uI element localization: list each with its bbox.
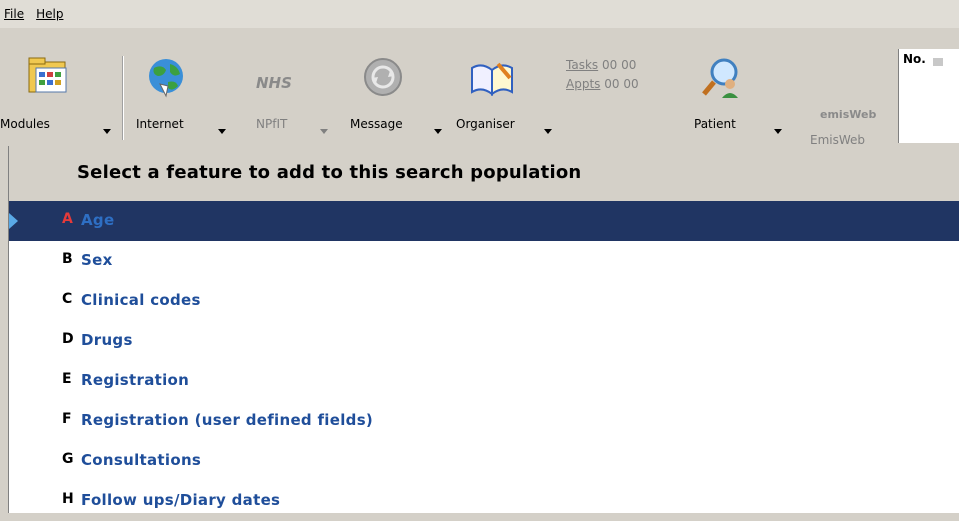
patient-number-label: No. bbox=[903, 52, 926, 66]
feature-label: Consultations bbox=[81, 451, 202, 469]
npfit-label: NPfIT bbox=[256, 117, 288, 131]
modules-label: Modules bbox=[0, 117, 50, 131]
panel-header: Select a feature to add to this search p… bbox=[9, 146, 959, 202]
globe-icon bbox=[149, 59, 183, 98]
emisweb-logo: emisWeb bbox=[820, 108, 877, 121]
feature-row-sex[interactable]: B Sex bbox=[9, 241, 959, 281]
tasks-appts-panel: Tasks 00 00 Appts 00 00 bbox=[566, 56, 639, 94]
message-dropdown-icon[interactable] bbox=[434, 129, 442, 134]
emisweb-label: EmisWeb bbox=[810, 133, 866, 147]
menu-file[interactable]: File bbox=[0, 7, 30, 21]
internet-label: Internet bbox=[136, 117, 184, 131]
message-button[interactable]: Message bbox=[340, 28, 446, 146]
modules-button[interactable]: Modules bbox=[0, 28, 118, 146]
toolbar: Modules Internet NHS NPfIT Message Organ… bbox=[0, 28, 959, 147]
feature-letter: A bbox=[62, 211, 73, 227]
internet-dropdown-icon[interactable] bbox=[218, 129, 226, 134]
feature-letter: B bbox=[62, 251, 73, 267]
panel-title: Select a feature to add to this search p… bbox=[77, 162, 582, 183]
feature-letter: E bbox=[62, 371, 72, 387]
feature-letter: D bbox=[62, 331, 74, 347]
feature-row-consultations[interactable]: G Consultations bbox=[9, 441, 959, 481]
modules-icon bbox=[28, 57, 67, 93]
npfit-button[interactable]: NHS NPfIT bbox=[240, 28, 330, 146]
organiser-label: Organiser bbox=[456, 117, 515, 131]
appts-row[interactable]: Appts 00 00 bbox=[566, 75, 639, 94]
feature-list: A Age B Sex C Clinical codes D Drugs E R… bbox=[9, 201, 959, 521]
tasks-row[interactable]: Tasks 00 00 bbox=[566, 56, 639, 75]
emisweb-button[interactable]: emisWeb EmisWeb bbox=[800, 28, 896, 147]
patient-dropdown-icon[interactable] bbox=[774, 129, 782, 134]
organiser-button[interactable]: Organiser bbox=[450, 28, 560, 146]
feature-row-drugs[interactable]: D Drugs bbox=[9, 321, 959, 361]
patient-button[interactable]: Patient bbox=[690, 28, 790, 146]
nhs-logo: NHS bbox=[256, 74, 292, 92]
feature-label: Age bbox=[81, 211, 115, 229]
feature-letter: C bbox=[62, 291, 73, 307]
feature-label: Registration (user defined fields) bbox=[81, 411, 374, 429]
selected-row-arrow-icon bbox=[9, 213, 18, 229]
organiser-icon bbox=[471, 62, 513, 97]
menu-help[interactable]: Help bbox=[30, 7, 69, 21]
internet-button[interactable]: Internet bbox=[130, 28, 230, 146]
feature-row-registration-udf[interactable]: F Registration (user defined fields) bbox=[9, 401, 959, 441]
patient-details-panel: No. bbox=[898, 49, 959, 143]
tasks-count: 00 00 bbox=[601, 58, 637, 72]
feature-row-follow-ups[interactable]: H Follow ups/Diary dates bbox=[9, 481, 959, 521]
feature-label: Drugs bbox=[81, 331, 133, 349]
feature-label: Follow ups/Diary dates bbox=[81, 491, 281, 509]
appts-count: 00 00 bbox=[604, 77, 639, 91]
feature-letter: G bbox=[62, 451, 74, 467]
patient-search-icon bbox=[702, 58, 738, 98]
feature-label: Registration bbox=[81, 371, 190, 389]
feature-label: Sex bbox=[81, 251, 113, 269]
separator bbox=[122, 56, 124, 140]
patient-number-redacted bbox=[933, 58, 943, 66]
patient-label: Patient bbox=[694, 117, 736, 131]
message-label: Message bbox=[350, 117, 403, 131]
tasks-link[interactable]: Tasks bbox=[566, 58, 598, 72]
panel-left-border bbox=[0, 146, 9, 513]
feature-row-age[interactable]: A Age bbox=[9, 201, 959, 241]
feature-letter: F bbox=[62, 411, 72, 427]
appts-link[interactable]: Appts bbox=[566, 77, 600, 91]
feature-row-clinical-codes[interactable]: C Clinical codes bbox=[9, 281, 959, 321]
feature-row-registration[interactable]: E Registration bbox=[9, 361, 959, 401]
modules-dropdown-icon[interactable] bbox=[103, 129, 111, 134]
menu-file-label: File bbox=[4, 7, 25, 21]
menu-help-label: Help bbox=[36, 7, 64, 21]
message-icon bbox=[364, 58, 402, 96]
feature-letter: H bbox=[62, 491, 74, 507]
npfit-dropdown-icon[interactable] bbox=[320, 129, 328, 134]
feature-label: Clinical codes bbox=[81, 291, 201, 309]
organiser-dropdown-icon[interactable] bbox=[544, 129, 552, 134]
menu-bar: File Help bbox=[0, 0, 959, 28]
